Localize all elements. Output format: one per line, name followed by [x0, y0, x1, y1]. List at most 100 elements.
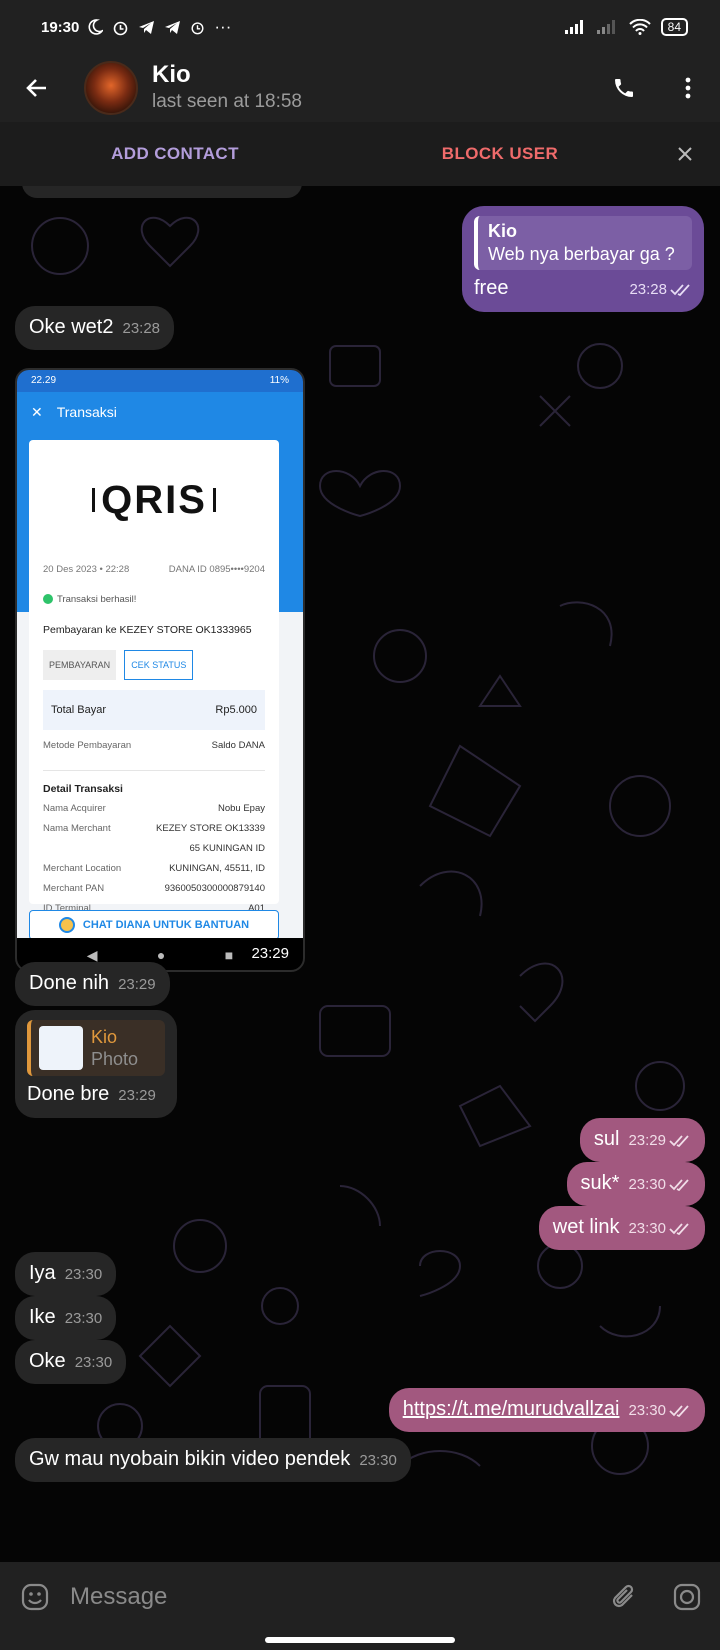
back-arrow-icon — [26, 79, 46, 97]
system-nav-bar — [0, 1632, 720, 1650]
wifi-icon — [628, 19, 651, 35]
receipt-badges: PEMBAYARAN CEK STATUS — [43, 650, 265, 680]
status-icons: ··· — [87, 17, 231, 37]
incoming-message[interactable]: Done nih 23:29 — [15, 962, 170, 1006]
message-time: 23:30 — [64, 1266, 103, 1283]
read-ticks-icon — [669, 1223, 689, 1235]
detail-row: Merchant Location KUNINGAN, 45511, ID — [43, 859, 265, 879]
more-button[interactable] — [656, 54, 720, 122]
photo-message[interactable]: 22.29 11% ✕ Transaksi QRIS 20 Des 2023 •… — [15, 368, 305, 972]
incoming-message[interactable]: Oke wet2 23:28 — [15, 306, 175, 350]
close-icon — [678, 147, 692, 161]
assistant-avatar-icon — [58, 917, 75, 933]
message-text: Ike — [29, 1306, 56, 1328]
method-label: Metode Pembayaran — [43, 740, 132, 751]
receipt-card: QRIS 20 Des 2023 • 22:28 DANA ID 0895•••… — [29, 440, 279, 954]
detail-row: Merchant PAN 9360050300000879140 — [43, 879, 265, 899]
photo-app-header: ✕ Transaksi — [17, 392, 303, 432]
message-text: Iya — [29, 1262, 56, 1284]
detail-title: Detail Transaksi — [43, 770, 265, 799]
message-text: Oke wet2 — [29, 316, 114, 338]
signal-icon — [596, 20, 615, 34]
photo-status-battery: 11% — [269, 375, 289, 386]
receipt-meta: 20 Des 2023 • 22:28 DANA ID 0895••••9204 — [43, 560, 265, 580]
replied-photo[interactable]: Kio Photo — [27, 1020, 165, 1076]
quote-text: Web nya berbayar ga ? — [488, 244, 675, 264]
help-button-label: CHAT DIANA UNTUK BANTUAN — [82, 919, 250, 931]
photo-content: QRIS 20 Des 2023 • 22:28 DANA ID 0895•••… — [17, 432, 303, 954]
avatar[interactable] — [84, 61, 138, 115]
incoming-message[interactable]: Iya 23:30 — [15, 1252, 117, 1296]
call-button[interactable] — [592, 54, 656, 122]
receipt-success-text: Transaksi berhasil! — [57, 594, 137, 605]
add-contact-button[interactable]: ADD CONTACT — [0, 144, 350, 164]
outgoing-message[interactable]: suk* 23:30 — [566, 1162, 705, 1206]
message-time: 23:29 — [118, 976, 156, 993]
message-time: 23:28 — [629, 281, 667, 298]
detail-key: Nama Acquirer — [43, 803, 106, 814]
incoming-reply-message[interactable]: Kio Photo Done bre 23:29 — [15, 1010, 177, 1118]
detail-key: Merchant PAN — [43, 883, 105, 894]
outgoing-message[interactable]: sul 23:29 — [579, 1118, 705, 1162]
incoming-message[interactable]: Oke 23:30 — [15, 1340, 127, 1384]
back-button[interactable] — [0, 54, 74, 122]
quoted-message[interactable]: Kio Web nya berbayar ga ? — [474, 216, 692, 270]
home-indicator[interactable] — [265, 1637, 455, 1643]
close-icon: ✕ — [31, 404, 43, 420]
status-right: 84 — [564, 18, 688, 36]
message-time: 23:29 — [118, 1087, 156, 1104]
detail-row: Nama Acquirer Nobu Epay — [43, 799, 265, 819]
photo-app-title: Transaksi — [56, 404, 117, 420]
photo-thumbnail — [39, 1026, 83, 1070]
more-vert-icon — [685, 77, 691, 99]
incoming-message[interactable]: Gw mau nyobain bikin video pendek 23:30 — [15, 1438, 411, 1482]
message-text: suk* — [580, 1172, 620, 1194]
nav-recents-icon: ■ — [224, 947, 234, 963]
last-seen: last seen at 18:58 — [152, 91, 302, 112]
block-user-button[interactable]: BLOCK USER — [350, 144, 650, 164]
receipt-status-badge: CEK STATUS — [124, 650, 194, 680]
message-input[interactable]: Message — [70, 1583, 167, 1611]
message-text: Done nih — [29, 972, 110, 994]
chat-title[interactable]: Kio last seen at 18:58 — [152, 61, 302, 115]
contact-name: Kio — [152, 61, 191, 88]
message-link[interactable]: https://t.me/murudvallzai — [403, 1397, 620, 1421]
receipt-payee: Pembayaran ke KEZEY STORE OK1333965 — [43, 624, 252, 636]
chat-history[interactable]: Kio Web nya berbayar ga ? free 23:28 Oke… — [0, 186, 720, 1562]
message-text: wet link — [552, 1216, 620, 1238]
outgoing-message[interactable]: Kio Web nya berbayar ga ? free 23:28 — [462, 206, 704, 312]
receipt-type-badge: PEMBAYARAN — [43, 650, 117, 680]
attach-button[interactable] — [594, 1582, 654, 1612]
message-text: Gw mau nyobain bikin video pendek — [29, 1448, 351, 1470]
message-time: 23:28 — [122, 320, 161, 337]
emoji-button[interactable] — [0, 1582, 70, 1612]
dismiss-bar-button[interactable] — [650, 146, 720, 162]
message-time: 23:30 — [628, 1176, 666, 1193]
detail-key: Merchant Location — [43, 863, 122, 874]
receipt-status: Transaksi berhasil! — [43, 588, 265, 612]
message-time: 23:30 — [359, 1452, 397, 1469]
detail-key: Nama Merchant — [43, 823, 111, 834]
previous-message-edge — [22, 186, 302, 198]
message-text: free — [474, 277, 509, 299]
incoming-message[interactable]: Ike 23:30 — [15, 1296, 117, 1340]
status-time: 19:30 — [41, 18, 80, 36]
read-ticks-icon — [669, 1135, 689, 1147]
telegram-icon — [139, 20, 155, 34]
emoji-icon — [21, 1583, 49, 1611]
moon-icon — [88, 19, 104, 35]
receipt-method: Metode Pembayaran Saldo DANA — [43, 736, 265, 756]
more-notifications-icon: ··· — [214, 17, 232, 36]
message-text: Oke — [29, 1350, 66, 1372]
alarm-icon — [114, 21, 128, 35]
outgoing-message[interactable]: wet link 23:30 — [538, 1206, 705, 1250]
outgoing-message[interactable]: https://t.me/murudvallzai 23:30 — [388, 1388, 705, 1432]
receipt-total: Total Bayar Rp5.000 — [43, 690, 265, 730]
total-value: Rp5.000 — [215, 704, 257, 716]
message-time: 23:30 — [64, 1310, 103, 1327]
camera-button[interactable] — [654, 1582, 720, 1612]
method-value: Saldo DANA — [211, 740, 265, 751]
detail-value: 9360050300000879140 — [164, 883, 265, 894]
qris-logo: QRIS — [43, 440, 265, 560]
signal-icon — [564, 20, 583, 34]
